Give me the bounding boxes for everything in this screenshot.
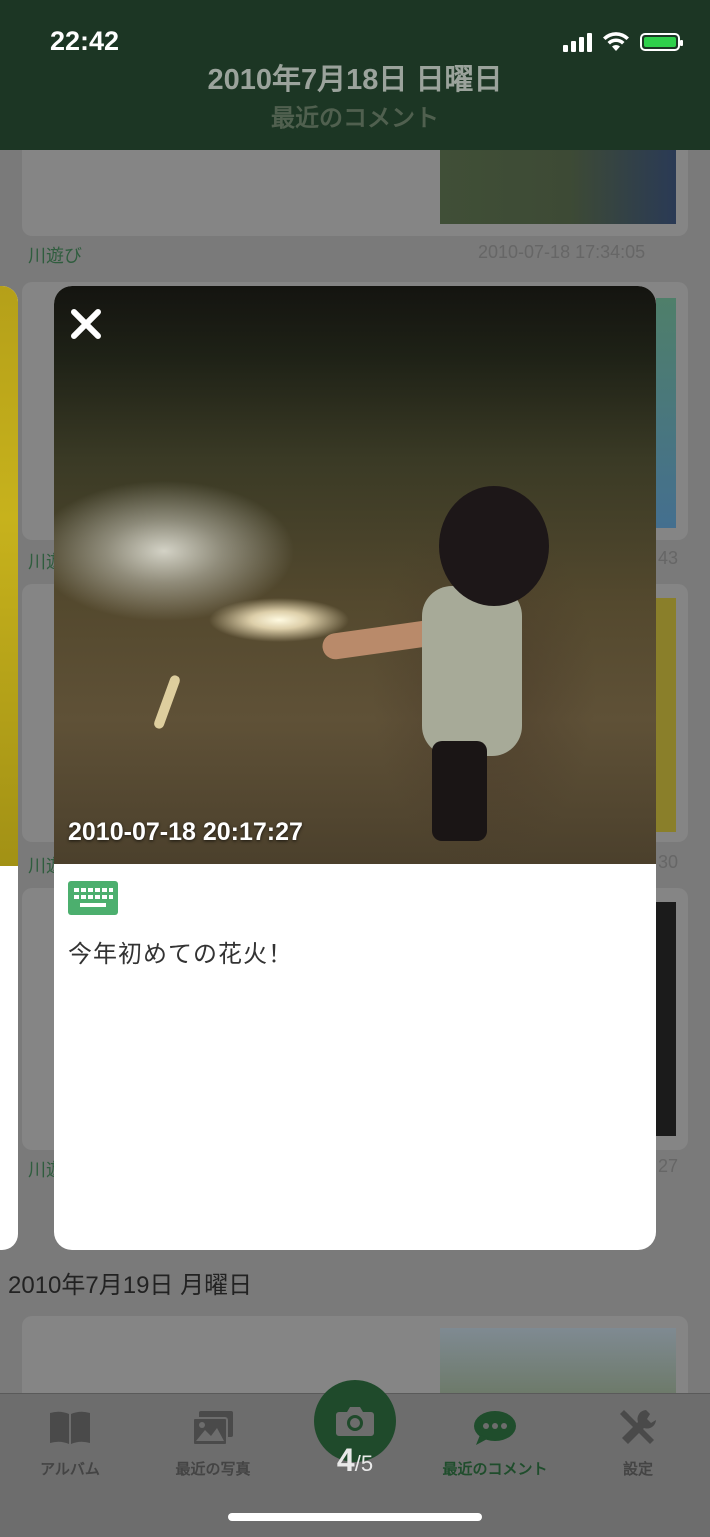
status-icons [563,32,683,52]
camera-icon [336,1407,374,1436]
wifi-icon [603,32,629,51]
photo-detail-card: 2010-07-18 20:17:27 今年初めての花火！ [54,286,656,1250]
navigation-header: 22:42 2010年7月18日 日曜日 最近のコメント [0,0,710,150]
home-indicator[interactable] [228,1513,482,1521]
spark-streak [152,673,182,731]
page-title: 2010年7月18日 日曜日 [207,64,503,96]
feed-thumbnail [440,150,676,224]
feed-tag: 川遊び [28,246,82,266]
close-button[interactable] [66,304,106,344]
album-icon [50,1411,90,1444]
page-indicator: 4/5 [0,1442,710,1479]
comment-text: 今年初めての花火！ [68,941,293,968]
page-total: /5 [354,1451,374,1476]
photo: 2010-07-18 20:17:27 [54,286,656,864]
keyboard-icon [68,881,118,915]
feed-thumbnail [656,598,676,832]
page-subtitle: 最近のコメント [271,105,439,132]
feed-card[interactable] [22,150,688,236]
feed-thumbnail [656,298,676,528]
photo-figure-body [422,586,522,756]
previous-card-photo [0,286,18,866]
feed-timestamp: 27 [658,1156,679,1176]
previous-card[interactable] [0,286,18,1250]
photo-timestamp: 2010-07-18 20:17:27 [68,818,303,846]
feed-timestamp: 2010-07-18 17:34:05 [478,242,646,262]
close-icon [71,309,101,339]
feed-timestamp: 30 [658,852,679,872]
feed-thumbnail [440,1328,676,1394]
page-current: 4 [336,1442,355,1478]
feed-thumbnail [656,902,676,1136]
feed-timestamp: 43 [658,548,679,568]
photo-figure-legs [432,741,487,841]
day-heading: 2010年7月19日 月曜日 [8,1272,253,1299]
photo-figure-head [439,486,549,606]
battery-icon [640,33,683,51]
status-time: 22:42 [50,26,120,56]
cellular-signal-icon [563,32,592,52]
